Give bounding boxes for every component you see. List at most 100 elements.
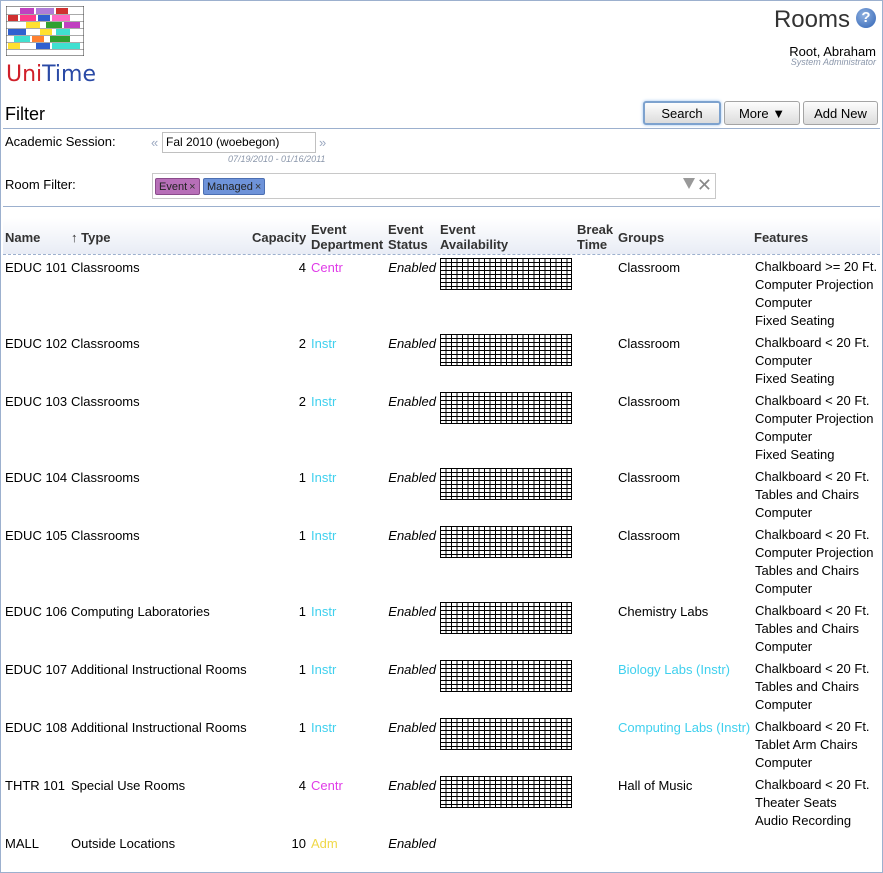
event-availability-grid[interactable]: [440, 602, 572, 634]
funnel-icon[interactable]: [683, 178, 695, 189]
header-groups[interactable]: Groups: [618, 230, 664, 245]
room-group: Classroom: [618, 470, 681, 485]
room-features: Chalkboard < 20 Ft. Computer Projection Ta…: [755, 526, 874, 598]
search-button-label: Search: [661, 106, 703, 121]
feature-item: Chalkboard < 20 Ft.: [755, 527, 870, 542]
filter-chip-managed[interactable]: Managed ×: [203, 178, 265, 195]
header-features[interactable]: Features: [754, 230, 808, 245]
feature-item: Chalkboard < 20 Ft.: [755, 469, 870, 484]
event-status: Enabled: [388, 528, 436, 543]
event-availability-grid[interactable]: [440, 258, 572, 290]
academic-session-label: Academic Session:: [5, 134, 116, 149]
header-break-time[interactable]: Break Time: [577, 222, 613, 252]
close-icon[interactable]: ×: [255, 181, 261, 193]
feature-item: Chalkboard < 20 Ft.: [755, 777, 870, 792]
session-dates: 07/19/2010 - 01/16/2011: [228, 154, 326, 164]
event-status: Enabled: [388, 836, 436, 851]
room-capacity: 1: [298, 470, 306, 485]
room-group: Computing Labs (Instr): [618, 720, 751, 735]
room-filter-input[interactable]: Event × Managed × ✕: [152, 173, 716, 199]
room-name: EDUC 105: [5, 528, 68, 543]
header-capacity[interactable]: Capacity: [252, 230, 306, 245]
add-new-button[interactable]: Add New: [803, 101, 878, 125]
event-status: Enabled: [388, 720, 436, 735]
event-availability-grid[interactable]: [440, 468, 572, 500]
event-department: Instr: [311, 394, 337, 409]
room-name: EDUC 103: [5, 394, 68, 409]
table-divider: [3, 206, 880, 207]
room-features: Chalkboard < 20 Ft. Computer Projection Co…: [755, 392, 874, 464]
event-availability-grid[interactable]: [440, 334, 572, 366]
room-type: Classrooms: [71, 336, 140, 351]
event-status: Enabled: [388, 336, 436, 351]
header-event-department-line2: Department: [311, 237, 384, 252]
room-type: Additional Instructional Rooms: [71, 662, 247, 677]
room-name: EDUC 104: [5, 470, 68, 485]
event-availability-grid[interactable]: [440, 660, 572, 692]
user-role: System Administrator: [790, 57, 876, 67]
event-department: Centr: [311, 260, 343, 275]
header-name[interactable]: Name: [5, 230, 40, 245]
room-type: Classrooms: [71, 470, 140, 485]
room-group: Biology Labs (Instr): [618, 662, 730, 677]
feature-item: Audio Recording: [755, 813, 852, 828]
room-features: Chalkboard < 20 Ft. Tablet Arm Chairs Comp…: [755, 718, 870, 772]
room-group: Classroom: [618, 260, 681, 275]
filter-chip-event[interactable]: Event ×: [155, 178, 200, 195]
feature-item: Computer Projection: [755, 277, 874, 292]
room-capacity: 4: [298, 778, 306, 793]
triangle-down-icon: ▼: [772, 106, 786, 121]
feature-item: Tables and Chairs: [755, 563, 860, 578]
event-availability-grid[interactable]: [440, 718, 572, 750]
room-capacity: 10: [291, 836, 306, 851]
next-session-icon[interactable]: »: [319, 135, 326, 150]
previous-session-icon[interactable]: «: [151, 135, 158, 150]
filter-chip-managed-label: Managed: [207, 181, 253, 193]
logo-grid-icon: [6, 6, 84, 56]
more-button-label: More: [738, 106, 769, 121]
room-group: Chemistry Labs: [618, 604, 709, 619]
add-new-button-label: Add New: [814, 106, 867, 121]
clear-filter-icon[interactable]: ✕: [697, 176, 712, 194]
header-type[interactable]: ↑ Type: [71, 230, 111, 245]
event-availability-grid[interactable]: [440, 392, 572, 424]
room-capacity: 2: [298, 336, 306, 351]
header-event-availability[interactable]: Event Availability: [440, 222, 508, 252]
room-name: EDUC 101: [5, 260, 68, 275]
search-button[interactable]: Search: [643, 101, 721, 125]
event-availability-grid[interactable]: [440, 776, 572, 808]
event-department: Instr: [311, 720, 337, 735]
help-icon[interactable]: ?: [856, 8, 876, 28]
header-event-status[interactable]: Event Status: [388, 222, 428, 252]
header-event-status-line2: Status: [388, 237, 428, 252]
feature-item: Computer: [755, 755, 813, 770]
unitime-logo[interactable]: UniTime: [6, 6, 96, 87]
page-title: Rooms: [773, 6, 850, 33]
event-status: Enabled: [388, 470, 436, 485]
feature-item: Computer: [755, 429, 813, 444]
feature-item: Chalkboard < 20 Ft.: [755, 603, 870, 618]
feature-item: Fixed Seating: [755, 371, 835, 386]
room-filter-label: Room Filter:: [5, 177, 76, 192]
room-name: EDUC 108: [5, 720, 68, 735]
feature-item: Chalkboard >= 20 Ft.: [755, 259, 878, 274]
room-group: Classroom: [618, 336, 681, 351]
room-features: Chalkboard < 20 Ft. Tables and Chairs Comp…: [755, 468, 870, 522]
feature-item: Chalkboard < 20 Ft.: [755, 335, 870, 350]
more-button[interactable]: More ▼: [724, 101, 800, 125]
room-type: Classrooms: [71, 528, 140, 543]
header-event-department[interactable]: Event Department: [311, 222, 383, 252]
logo-text: UniTime: [6, 62, 96, 87]
room-type: Computing Laboratories: [71, 604, 210, 619]
header-break-time-line2: Time: [577, 237, 608, 252]
feature-item: Computer Projection: [755, 411, 874, 426]
filter-chip-event-label: Event: [159, 181, 188, 193]
event-availability-grid[interactable]: [440, 526, 572, 558]
room-name: EDUC 107: [5, 662, 68, 677]
academic-session-input[interactable]: Fal 2010 (woebegon): [162, 132, 316, 153]
close-icon[interactable]: ×: [189, 181, 195, 193]
room-group: Classroom: [618, 394, 681, 409]
feature-item: Fixed Seating: [755, 447, 835, 462]
room-capacity: 1: [298, 720, 306, 735]
event-status: Enabled: [388, 778, 436, 793]
